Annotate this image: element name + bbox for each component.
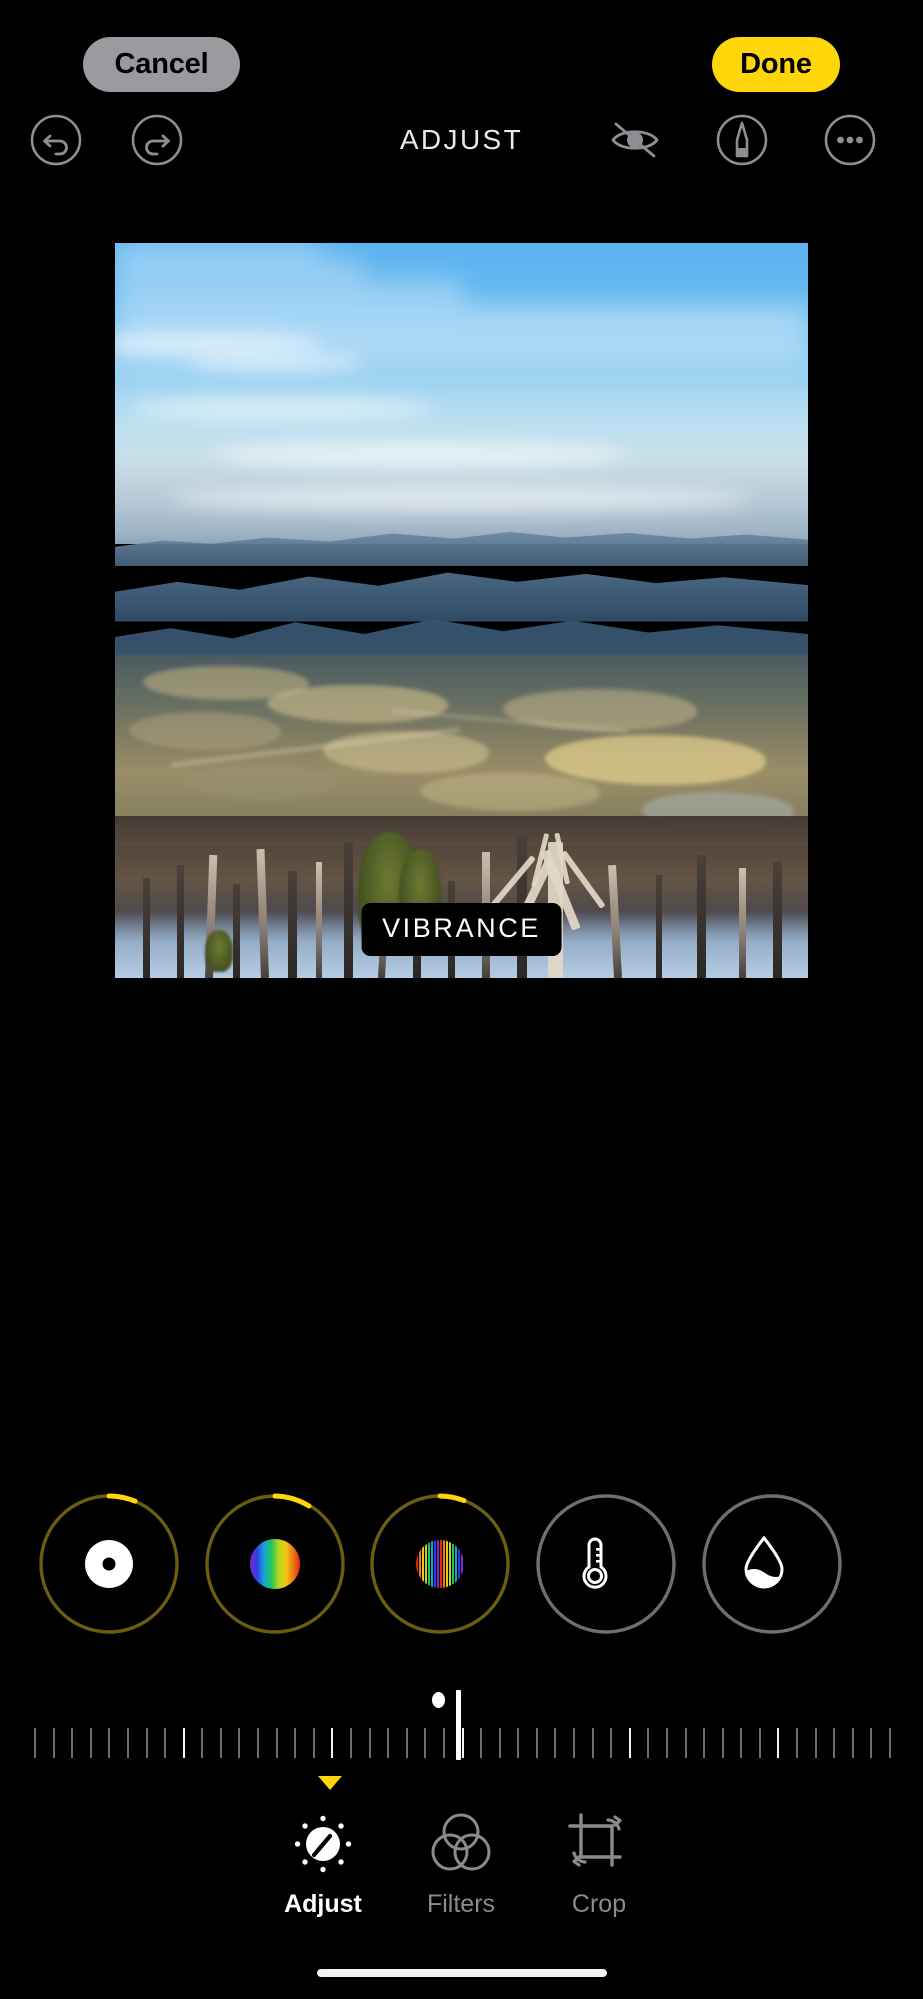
filters-circles-icon [424,1800,498,1888]
tab-crop-label: Crop [571,1890,627,1918]
adjustment-dial-row [0,1492,923,1642]
dial-exposure[interactable] [37,1492,181,1636]
dial-warmth[interactable] [534,1492,678,1636]
adjustment-value-slider[interactable] [0,1660,923,1760]
thermometer-icon [575,1533,637,1595]
eye-slash-icon[interactable] [607,112,663,168]
photo-preview[interactable]: VIBRANCE [115,243,808,978]
crop-rotate-icon [562,1800,636,1888]
tab-adjust-label: Adjust [284,1890,362,1918]
undo-icon[interactable] [28,112,84,168]
dial-saturation[interactable] [368,1492,512,1636]
droplet-icon [741,1533,803,1595]
done-button[interactable]: Done [712,37,840,92]
dial-tint[interactable] [700,1492,844,1636]
cancel-button[interactable]: Cancel [83,37,240,92]
spectrum-icon [244,1533,306,1595]
tab-crop[interactable]: Crop [514,1782,684,1932]
redo-icon[interactable] [129,112,185,168]
tab-filters-label: Filters [426,1890,496,1918]
photo-image: VIBRANCE [115,243,808,978]
more-ellipsis-icon[interactable] [822,112,878,168]
top-action-bar: Cancel Done [0,0,923,110]
home-indicator [316,1969,607,1977]
slider-zero-dot [431,1692,445,1708]
editor-tab-bar: Adjust Filters Crop [0,1776,923,1932]
markup-pen-icon[interactable] [714,112,770,168]
color-bars-icon [409,1533,471,1595]
adjustment-name-badge: VIBRANCE [361,903,562,956]
dial-vibrance[interactable] [203,1492,347,1636]
adjust-dial-icon [286,1800,360,1888]
donut-icon [78,1533,140,1595]
slider-tick-ruler[interactable] [0,1728,923,1760]
photo-editor-screen: Cancel Done ADJUST VIBRANCE Adjust Filte… [0,0,923,1999]
edit-tool-row: ADJUST [0,112,923,172]
